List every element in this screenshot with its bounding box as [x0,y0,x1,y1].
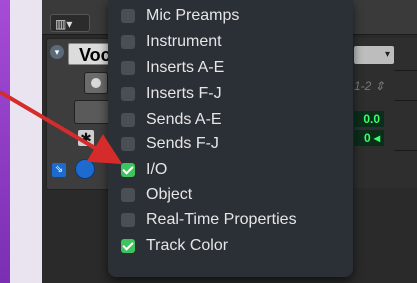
checkbox-icon[interactable] [121,35,135,49]
view-options-menu: Mic Preamps Instrument Inserts A-E Inser… [108,0,353,277]
checkbox-icon[interactable] [121,87,135,101]
checkbox-icon[interactable] [121,213,135,227]
menu-item-label: Track Color [146,237,229,254]
menu-item-label: Inserts F-J [146,85,222,102]
menu-item-label: Instrument [146,33,222,50]
star-icon[interactable]: ✱ [78,130,94,146]
io-assignment-label: 1-2 ⇕ [354,79,385,93]
menu-item-track-color[interactable]: Track Color [108,233,353,259]
desktop-purple-edge [0,0,10,283]
menu-item-label: Inserts A-E [146,59,225,76]
checkbox-icon[interactable] [121,9,135,23]
checkbox-icon[interactable] [121,188,135,202]
menu-item-label: Sends A-E [146,111,222,128]
menu-item-inserts-a-e[interactable]: Inserts A-E [108,55,353,81]
volume-readout[interactable]: 0.0 [354,111,384,127]
menu-item-sends-a-e[interactable]: Sends A-E [108,107,353,133]
checkbox-icon[interactable] [121,137,135,151]
checkmark-icon[interactable] [121,239,135,253]
menu-item-mic-preamps[interactable]: Mic Preamps [108,3,353,29]
menu-item-label: Object [146,186,193,203]
checkmark-icon[interactable] [121,163,135,177]
window-edge [10,0,42,283]
divider [394,150,417,151]
pan-readout[interactable]: 0 ◂ [354,130,384,146]
menu-item-label: Mic Preamps [146,7,240,24]
track-button[interactable] [74,100,110,124]
menu-item-label: I/O [146,161,168,178]
divider [394,100,417,101]
menu-item-object[interactable]: Object [108,182,353,208]
edit-window-view-selector[interactable]: ▥▾ [50,14,90,32]
menu-item-label: Real-Time Properties [146,211,297,228]
track-options-icon[interactable]: ▾ [50,45,64,59]
divider [394,70,417,71]
checkbox-icon[interactable] [121,61,135,75]
menu-item-label: Sends F-J [146,135,219,152]
dial-icon[interactable] [75,159,95,179]
menu-item-io[interactable]: I/O [108,157,353,183]
pan-value: 0 [363,131,371,145]
menu-item-sends-f-j[interactable]: Sends F-J [108,131,353,157]
menu-item-instrument[interactable]: Instrument [108,29,353,55]
track-link-icon[interactable]: ⇘ [52,163,66,177]
menu-item-real-time-properties[interactable]: Real-Time Properties [108,207,353,233]
record-enable-button[interactable] [84,72,108,94]
checkbox-icon[interactable] [121,113,135,127]
output-dropdown[interactable]: ▾ [354,46,394,64]
io-value: 1-2 [354,79,372,93]
menu-item-inserts-f-j[interactable]: Inserts F-J [108,81,353,107]
